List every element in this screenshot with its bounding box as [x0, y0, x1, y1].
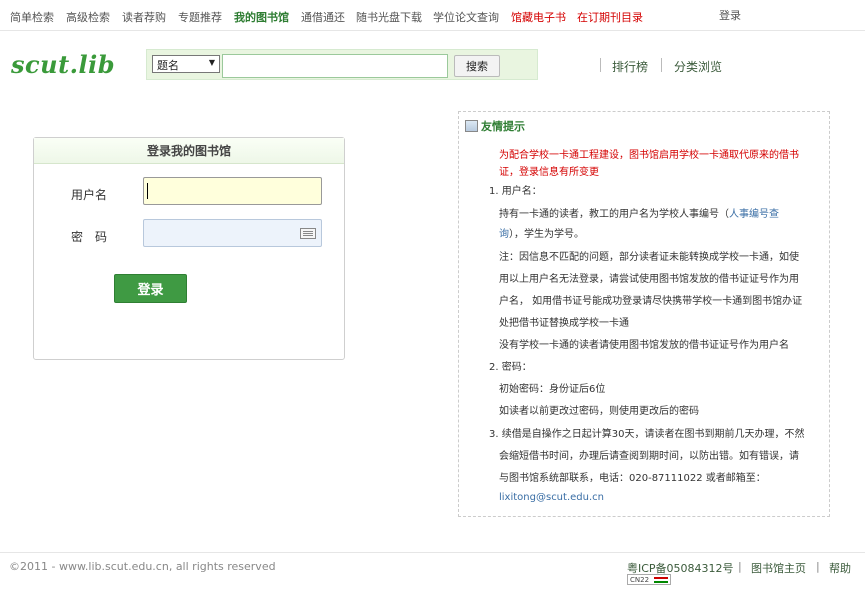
text-caret	[147, 183, 148, 199]
notice-text: 如读者以前更改过密码，则使用更改后的密码	[499, 406, 699, 417]
link-separator	[600, 58, 601, 72]
help-link[interactable]: 帮助	[829, 560, 851, 576]
notice-text: 持有一卡通的读者，教工的用户名为学校人事编号（	[499, 209, 729, 220]
notice-title-text: 友情提示	[481, 120, 525, 133]
cnzz-badge[interactable]: CN22	[627, 574, 671, 585]
nav-interlibrary[interactable]: 通借通还	[301, 9, 345, 25]
notice-text: 会缩短借书时间，办理后请查阅到期时间，以防出错。如有错误，请	[499, 451, 799, 462]
notice-text: 用以上用户名无法登录，请尝试使用图书馆发放的借书证证号作为用	[499, 274, 799, 285]
search-field-value: 题名	[157, 59, 179, 72]
notice-intro: 证，登录信息有所变更	[499, 167, 599, 178]
notice-text: 处把借书证替换成学校一卡通	[499, 318, 629, 329]
notice-text: 没有学校一卡通的读者请使用图书馆发放的借书证证号作为用户名	[499, 340, 789, 351]
nav-journal-catalog[interactable]: 在订期刊目录	[577, 9, 643, 25]
search-bar: 题名 ▼ 搜索	[146, 49, 538, 80]
site-logo[interactable]: scut.lib	[11, 50, 115, 79]
nav-thesis-search[interactable]: 学位论文查询	[433, 9, 499, 25]
username-label: 用户名	[71, 188, 108, 202]
notice-panel: 友情提示 为配合学校一卡通工程建设，图书馆启用学校一卡通取代原来的借书 证，登录…	[458, 111, 830, 517]
ranking-link[interactable]: 排行榜	[612, 58, 648, 75]
notice-title: 友情提示	[465, 118, 525, 134]
login-panel: 登录我的图书馆 用户名 密 码 登录	[33, 137, 345, 360]
nav-simple-search[interactable]: 简单检索	[10, 9, 54, 25]
image-icon	[465, 120, 478, 132]
nav-advanced-search[interactable]: 高级检索	[66, 9, 110, 25]
top-login-link[interactable]: 登录	[719, 7, 741, 23]
password-label: 密 码	[71, 230, 108, 244]
search-button[interactable]: 搜索	[454, 55, 500, 77]
staff-id-lookup-link[interactable]: 询	[499, 229, 509, 240]
login-button[interactable]: 登录	[114, 274, 187, 303]
footer-separator: |	[816, 560, 820, 573]
password-input[interactable]	[143, 219, 322, 247]
notice-text: 询），学生为学号。	[499, 225, 584, 240]
nav-reader-recommend[interactable]: 读者荐购	[122, 9, 166, 25]
nav-my-library[interactable]: 我的图书馆	[234, 9, 289, 25]
nav-ebooks[interactable]: 馆藏电子书	[511, 9, 566, 25]
notice-text: 初始密码：身份证后6位	[499, 384, 606, 395]
notice-section-username: 1. 用户名：	[489, 186, 542, 197]
username-input[interactable]	[143, 177, 322, 205]
login-panel-title: 登录我的图书馆	[34, 138, 344, 164]
notice-text: 与图书馆系统部联系，电话：020-87111022 或者邮箱至：	[499, 473, 766, 484]
nav-divider	[0, 30, 865, 31]
footer-copyright: ©2011 - www.lib.scut.edu.cn, all rights …	[9, 560, 276, 573]
staff-id-lookup-link[interactable]: 人事编号查	[729, 209, 779, 220]
top-navigation: 简单检索 高级检索 读者荐购 专题推荐 我的图书馆 通借通还 随书光盘下载 学位…	[0, 0, 865, 31]
notice-text: 户名， 如用借书证号能成功登录请尽快携带学校一卡通到图书馆办证	[499, 296, 803, 307]
notice-text: ），学生为学号。	[509, 229, 584, 240]
contact-email-link[interactable]: lixitong@scut.edu.cn	[499, 492, 604, 503]
dropdown-arrow-icon: ▼	[208, 58, 215, 67]
search-field-select[interactable]: 题名 ▼	[152, 55, 220, 73]
notice-section-password: 2. 密码：	[489, 362, 532, 373]
badge-flag-icon	[654, 577, 668, 583]
badge-text: CN22	[630, 575, 650, 584]
nav-cd-download[interactable]: 随书光盘下载	[356, 9, 422, 25]
library-home-link[interactable]: 图书馆主页	[751, 560, 806, 576]
search-input[interactable]	[222, 54, 448, 78]
footer-divider	[0, 552, 865, 553]
nav-topic-recommend[interactable]: 专题推荐	[178, 9, 222, 25]
notice-section-renew: 3. 续借是自操作之日起计算30天，请读者在图书到期前几天办理，不然	[489, 429, 805, 440]
keyboard-icon[interactable]	[300, 228, 316, 239]
notice-text: 持有一卡通的读者，教工的用户名为学校人事编号（人事编号查	[499, 205, 779, 220]
notice-intro: 为配合学校一卡通工程建设，图书馆启用学校一卡通取代原来的借书	[499, 150, 799, 161]
notice-text: 注：因信息不匹配的问题，部分读者证未能转换成学校一卡通，如使	[499, 252, 799, 263]
footer-separator: |	[738, 560, 742, 573]
browse-link[interactable]: 分类浏览	[674, 58, 722, 75]
link-separator	[661, 58, 662, 72]
